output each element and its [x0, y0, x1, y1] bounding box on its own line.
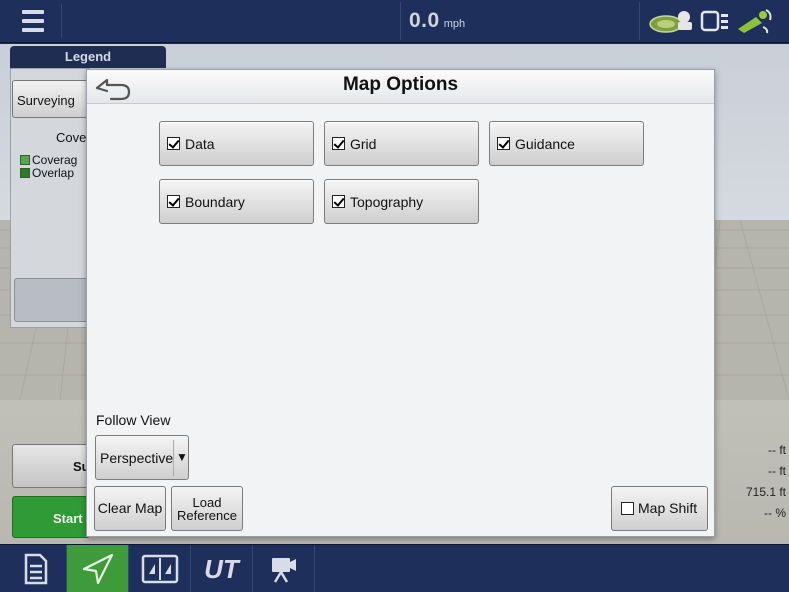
overlap-swatch: [20, 168, 30, 178]
summary-button[interactable]: Su: [12, 444, 90, 488]
map-options-dialog: Map Options Data Grid Guidance Boundary …: [86, 69, 715, 537]
speed-unit: mph: [443, 18, 466, 30]
follow-view-select[interactable]: Perspective ▼: [95, 435, 189, 480]
clear-map-button[interactable]: Clear Map: [94, 486, 166, 531]
map-shift-button[interactable]: Map Shift: [611, 486, 708, 531]
option-label: Boundary: [185, 193, 245, 210]
camera-icon[interactable]: [253, 545, 315, 592]
data-checkbox[interactable]: [167, 137, 180, 150]
device-link-icon[interactable]: [700, 9, 730, 33]
document-icon[interactable]: [5, 545, 67, 592]
coverage-swatch: [20, 155, 30, 165]
boundary-checkbox[interactable]: [167, 195, 180, 208]
speed-display: 0.0 mph: [400, 2, 640, 40]
option-topography-button[interactable]: Topography: [324, 179, 479, 224]
option-label: Data: [185, 135, 215, 152]
grid-checkbox[interactable]: [332, 137, 345, 150]
ut-icon[interactable]: UT: [191, 545, 253, 592]
status-icons: [648, 6, 786, 36]
field-stats: -- ft -- ft 715.1 ft -- %: [714, 440, 786, 540]
legend-action-button[interactable]: [14, 278, 90, 322]
bottom-nav-bar: UT: [0, 544, 789, 592]
option-label: Topography: [350, 193, 424, 210]
topography-checkbox[interactable]: [332, 195, 345, 208]
follow-view-label: Follow View: [96, 412, 171, 428]
stat-value: -- ft: [768, 464, 786, 478]
legend-item-overlap: Overlap: [20, 166, 90, 180]
menu-icon[interactable]: [4, 4, 62, 38]
option-guidance-button[interactable]: Guidance: [489, 121, 644, 166]
map-shift-checkbox[interactable]: [621, 502, 634, 515]
map-navigation-icon[interactable]: [67, 545, 129, 592]
option-grid-button[interactable]: Grid: [324, 121, 479, 166]
top-status-bar: 0.0 mph: [0, 0, 789, 43]
option-label: Grid: [350, 135, 377, 152]
stat-value: -- %: [764, 506, 786, 520]
gps-receiver-icon[interactable]: [648, 8, 694, 34]
coverage-label: Cove: [56, 130, 87, 145]
dropdown-caret-icon: ▼: [176, 450, 188, 464]
load-reference-button[interactable]: Load Reference: [171, 486, 243, 531]
speed-value: 0.0: [409, 9, 440, 32]
load-reference-line2: Reference: [177, 507, 237, 523]
legend-item-coverage: Coverag: [20, 153, 90, 167]
guidance-checkbox[interactable]: [497, 137, 510, 150]
map-shift-label: Map Shift: [638, 500, 698, 516]
dialog-title: Map Options: [342, 74, 459, 95]
option-label: Guidance: [515, 135, 575, 152]
satellite-signal-icon[interactable]: [736, 7, 774, 35]
back-icon[interactable]: [93, 75, 133, 101]
option-boundary-button[interactable]: Boundary: [159, 179, 314, 224]
legend-tab[interactable]: Legend: [10, 46, 166, 68]
surveying-button[interactable]: Surveying: [12, 80, 88, 118]
option-data-button[interactable]: Data: [159, 121, 314, 166]
start-button[interactable]: Start: [12, 496, 90, 538]
load-reference-line1: Load: [192, 494, 222, 510]
split-view-icon[interactable]: [129, 545, 191, 592]
follow-view-value: Perspective: [100, 449, 174, 466]
legend-item-label: Coverag: [32, 153, 78, 167]
stat-value: 715.1 ft: [745, 485, 786, 499]
legend-item-label: Overlap: [32, 166, 75, 180]
dialog-header: Map Options: [87, 70, 714, 104]
stat-value: -- ft: [768, 443, 786, 457]
